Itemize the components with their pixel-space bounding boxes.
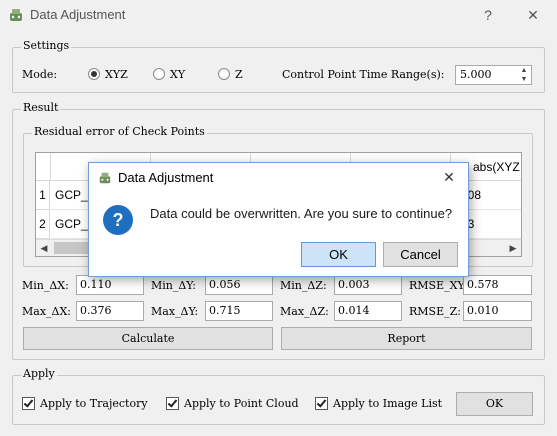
apply-image-list-checkbox[interactable] [315,397,328,410]
apply-point-cloud-checkbox[interactable] [166,397,179,410]
rmse-xy-value: 0.578 [463,275,532,295]
rmse-z-label: RMSE_Z: [409,305,461,318]
help-button[interactable]: ? [473,3,503,27]
time-range-spinbox[interactable]: 5.000 ▲ ▼ [455,65,532,85]
mode-xy-label[interactable]: XY [170,68,185,81]
time-range-label: Control Point Time Range(s): [282,68,445,81]
app-icon [10,9,22,21]
settings-group-title: Settings [21,39,72,52]
result-group-title: Result [21,101,61,114]
apply-ok-button[interactable]: OK [456,392,533,416]
check-icon [167,397,178,408]
scroll-right-icon[interactable]: ▶ [505,240,521,256]
title-bar: Data Adjustment ? ✕ [0,0,557,30]
max-dz-label: Max_ΔZ: [280,305,329,318]
mode-xyz-label[interactable]: XYZ [105,68,128,81]
dialog-title: Data Adjustment [118,170,214,185]
calculate-button[interactable]: Calculate [23,327,273,350]
dialog-close-button[interactable]: ✕ [436,165,462,189]
min-dx-label: Min_ΔX: [22,279,69,292]
mode-xyz-radio[interactable] [88,68,100,80]
residual-group-title: Residual error of Check Points [32,125,207,138]
time-range-value[interactable]: 5.000 [460,68,492,81]
apply-trajectory-checkbox[interactable] [22,397,35,410]
apply-image-list-label[interactable]: Apply to Image List [333,397,442,410]
check-icon [23,397,34,408]
apply-point-cloud-label[interactable]: Apply to Point Cloud [184,397,299,410]
mode-z-label[interactable]: Z [235,68,243,81]
scroll-left-icon[interactable]: ◀ [36,240,52,256]
max-dx-value: 0.376 [76,301,144,321]
confirm-dialog: Data Adjustment ✕ ? Data could be overwr… [88,162,469,277]
apply-trajectory-label[interactable]: Apply to Trajectory [40,397,148,410]
table-corner [36,153,51,181]
window-close-button[interactable]: ✕ [518,3,548,27]
mode-label: Mode: [22,68,58,81]
min-dz-value: 0.003 [334,275,402,295]
apply-group-title: Apply [21,367,57,380]
window-title: Data Adjustment [30,7,126,22]
max-dy-value: 0.715 [205,301,273,321]
check-icon [316,397,327,408]
spin-arrows-icon[interactable]: ▲ ▼ [517,66,531,84]
report-button[interactable]: Report [281,327,532,350]
rmse-xy-label: RMSE_XY: [409,279,468,292]
mode-xy-radio[interactable] [153,68,165,80]
min-dy-label: Min_ΔY: [151,279,196,292]
max-dy-label: Max_ΔY: [151,305,199,318]
row-number[interactable]: 2 [36,210,50,239]
min-dx-value: 0.110 [76,275,144,295]
max-dx-label: Max_ΔX: [22,305,72,318]
dialog-cancel-button[interactable]: Cancel [383,242,458,267]
question-icon: ? [103,205,133,235]
dialog-ok-button[interactable]: OK [301,242,376,267]
min-dz-label: Min_ΔZ: [280,279,327,292]
mode-z-radio[interactable] [218,68,230,80]
dialog-message: Data could be overwritten. Are you sure … [150,206,453,221]
min-dy-value: 0.056 [205,275,273,295]
app-icon [99,172,111,184]
rmse-z-value: 0.010 [463,301,532,321]
row-number[interactable]: 1 [36,181,50,210]
max-dz-value: 0.014 [334,301,402,321]
